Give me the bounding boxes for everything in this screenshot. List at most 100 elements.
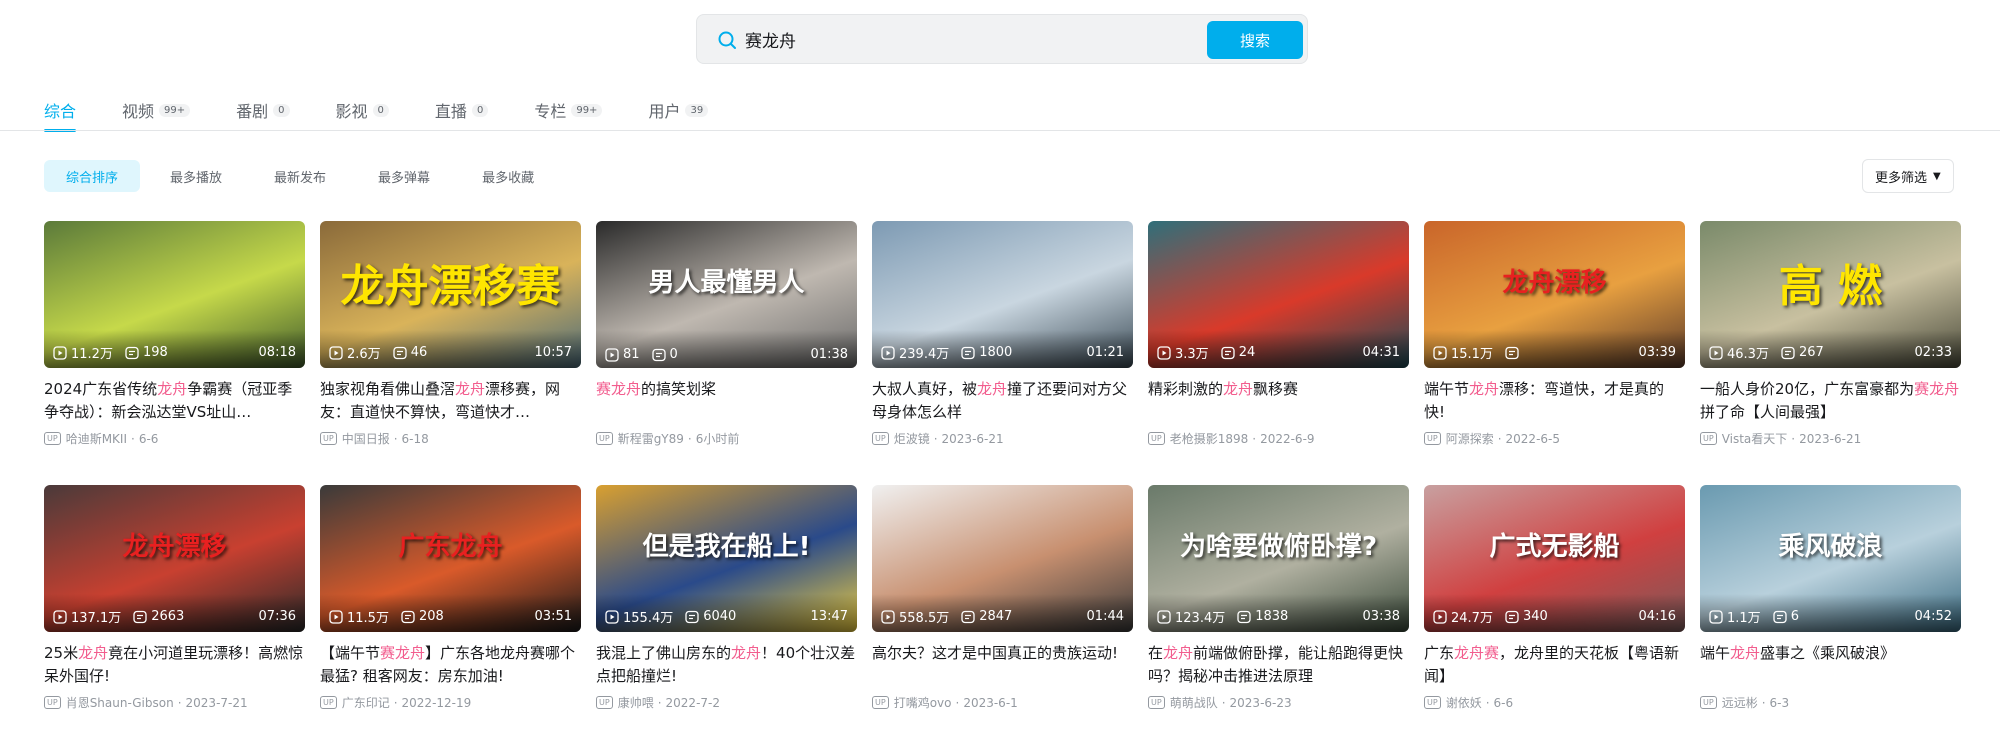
search-input[interactable] <box>745 23 1185 55</box>
video-title[interactable]: 大叔人真好，被龙舟撞了还要问对方父母身体怎么样 <box>872 378 1133 424</box>
video-card[interactable]: 男人最懂男人 81 0 01:38 赛龙舟的搞笑划桨 UP 靳程雷gY89 · 6小时前 <box>596 221 857 485</box>
play-count: 81 <box>605 347 640 362</box>
tab-3[interactable]: 影视 0 <box>336 92 389 128</box>
video-thumbnail[interactable]: 广东龙舟 11.5万 208 03:51 <box>320 485 581 632</box>
video-title[interactable]: 精彩刺激的龙舟飘移赛 <box>1148 378 1409 424</box>
more-filter-button[interactable]: 更多筛选 ▼ <box>1862 159 1954 193</box>
video-card[interactable]: 3.3万 24 04:31 精彩刺激的龙舟飘移赛 UP 老枪摄影1898 · 2022-6… <box>1148 221 1409 485</box>
title-text: 独家视角看佛山叠滘 <box>320 380 456 398</box>
up-icon: UP <box>320 696 337 709</box>
video-thumbnail[interactable]: 558.5万 2847 01:44 <box>872 485 1133 632</box>
tab-6[interactable]: 用户 39 <box>648 92 709 128</box>
author-name[interactable]: 萌萌战队 <box>1170 694 1218 711</box>
tab-0[interactable]: 综合 <box>44 92 77 132</box>
video-title[interactable]: 2024广东省传统龙舟争霸赛（冠亚季争夺战）：新会泓达堂VS址山… <box>44 378 305 424</box>
video-card[interactable]: 龙舟漂移 15.1万 03:39 端午节龙舟漂移：弯道快，才是真的快! UP 阿源探索 ·… <box>1424 221 1685 485</box>
tab-4[interactable]: 直播 0 <box>435 92 489 128</box>
video-thumbnail[interactable]: 龙舟漂移 15.1万 03:39 <box>1424 221 1685 368</box>
sort-option[interactable]: 最多弹幕 <box>356 160 452 192</box>
play-count: 11.5万 <box>329 607 389 626</box>
video-card[interactable]: 为啥要做俯卧撑? 123.4万 1838 03:38 在龙舟前端做俯卧撑，能让船跑得更快… <box>1148 485 1409 729</box>
video-title[interactable]: 广东龙舟赛，龙舟里的天花板【粤语新闻】 <box>1424 642 1685 688</box>
author-name[interactable]: 广东印记 <box>342 694 390 711</box>
video-title[interactable]: 赛龙舟的搞笑划桨 <box>596 378 857 424</box>
thumbnail-caption: 龙舟漂移 <box>122 532 227 563</box>
video-title[interactable]: 【端午节赛龙舟】广东各地龙舟赛哪个最猛? 租客网友：房东加油! <box>320 642 581 688</box>
video-card[interactable]: 但是我在船上! 155.4万 6040 13:47 我混上了佛山房东的龙舟！40个壮汉差… <box>596 485 857 729</box>
video-duration: 01:38 <box>810 347 848 362</box>
play-count-text: 46.3万 <box>1727 347 1769 362</box>
video-thumbnail[interactable]: 男人最懂男人 81 0 01:38 <box>596 221 857 368</box>
video-thumbnail[interactable]: 龙舟漂移 137.1万 2663 07:36 <box>44 485 305 632</box>
video-card[interactable]: 558.5万 2847 01:44 高尔夫？这才是中国真正的贵族运动! UP 打嘴鸡ovo… <box>872 485 1133 729</box>
video-thumbnail[interactable]: 乘风破浪 1.1万 6 04:52 <box>1700 485 1961 632</box>
author-name[interactable]: 肖恩Shaun-Gibson <box>66 694 174 711</box>
video-title[interactable]: 端午龙舟盛事之《乘风破浪》 <box>1700 642 1961 688</box>
video-card[interactable]: 龙舟漂移赛 2.6万 46 10:57 独家视角看佛山叠滘龙舟漂移赛，网友：直道快不算快… <box>320 221 581 485</box>
danmaku-icon <box>125 346 143 360</box>
video-title[interactable]: 25米龙舟竟在小河道里玩漂移！高燃惊呆外国仔! <box>44 642 305 688</box>
tab-2[interactable]: 番剧 0 <box>236 92 290 128</box>
sort-option[interactable]: 最新发布 <box>252 160 348 192</box>
author-name[interactable]: 中国日报 <box>342 430 390 447</box>
video-card[interactable]: 广东龙舟 11.5万 208 03:51 【端午节赛龙舟】广东各地龙舟赛哪个最猛? 租客… <box>320 485 581 729</box>
video-card[interactable]: 广式无影船 24.7万 340 04:16 广东龙舟赛，龙舟里的天花板【粤语新闻】 UP 谢… <box>1424 485 1685 729</box>
play-icon <box>1709 345 1727 360</box>
video-title[interactable]: 端午节龙舟漂移：弯道快，才是真的快! <box>1424 378 1685 424</box>
video-card[interactable]: 239.4万 1800 01:21 大叔人真好，被龙舟撞了还要问对方父母身体怎么样 UP… <box>872 221 1133 485</box>
author-name[interactable]: 老枪摄影1898 <box>1170 430 1249 447</box>
tab-label: 视频 <box>122 102 155 121</box>
publish-date: 6-18 <box>401 431 429 446</box>
video-thumbnail[interactable]: 3.3万 24 04:31 <box>1148 221 1409 368</box>
video-thumbnail[interactable]: 11.2万 198 08:18 <box>44 221 305 368</box>
sort-option[interactable]: 最多播放 <box>148 160 244 192</box>
author-name[interactable]: Vista看天下 <box>1722 430 1788 447</box>
video-title[interactable]: 独家视角看佛山叠滘龙舟漂移赛，网友：直道快不算快，弯道快才… <box>320 378 581 424</box>
danmaku-icon <box>1221 346 1239 360</box>
danmaku-count: 6040 <box>685 609 736 624</box>
video-meta: UP 远远彬 · 6-3 <box>1700 694 1961 711</box>
sort-option[interactable]: 综合排序 <box>44 160 141 192</box>
video-card[interactable]: 11.2万 198 08:18 2024广东省传统龙舟争霸赛（冠亚季争夺战）：新会泓达… <box>44 221 305 485</box>
title-text: 2024广东省传统 <box>44 380 158 398</box>
publish-date: 2022-6-5 <box>1505 431 1560 446</box>
danmaku-count-text: 1800 <box>979 345 1013 360</box>
tab-count-badge: 99+ <box>571 103 603 117</box>
video-title[interactable]: 一船人身价20亿，广东富豪都为赛龙舟拼了命【人间最强】 <box>1700 378 1961 424</box>
video-stats: 155.4万 6040 13:47 <box>605 607 848 626</box>
author-name[interactable]: 谢依妖 <box>1446 694 1482 711</box>
play-icon <box>1433 609 1451 624</box>
play-count-text: 24.7万 <box>1451 611 1493 626</box>
meta-separator: · <box>393 431 398 446</box>
video-duration: 03:38 <box>1362 609 1400 624</box>
danmaku-icon <box>685 610 703 624</box>
video-duration: 10:57 <box>534 345 572 360</box>
sort-option[interactable]: 最多收藏 <box>460 160 556 192</box>
video-thumbnail[interactable]: 但是我在船上! 155.4万 6040 13:47 <box>596 485 857 632</box>
play-count: 15.1万 <box>1433 343 1493 362</box>
publish-date: 6-6 <box>1493 695 1514 710</box>
video-card[interactable]: 乘风破浪 1.1万 6 04:52 端午龙舟盛事之《乘风破浪》 UP 远远彬 · 6-3 <box>1700 485 1961 729</box>
tab-1[interactable]: 视频 99+ <box>122 92 191 128</box>
video-thumbnail[interactable]: 龙舟漂移赛 2.6万 46 10:57 <box>320 221 581 368</box>
meta-separator: · <box>1761 695 1766 710</box>
video-thumbnail[interactable]: 广式无影船 24.7万 340 04:16 <box>1424 485 1685 632</box>
author-name[interactable]: 阿源探索 <box>1446 430 1494 447</box>
video-card[interactable]: 高 燃 46.3万 267 02:33 一船人身价20亿，广东富豪都为赛龙舟拼了命【人间… <box>1700 221 1961 485</box>
chevron-down-icon: ▼ <box>1933 170 1941 182</box>
video-thumbnail[interactable]: 239.4万 1800 01:21 <box>872 221 1133 368</box>
video-title[interactable]: 我混上了佛山房东的龙舟！40个壮汉差点把船撞烂! <box>596 642 857 688</box>
video-title[interactable]: 高尔夫？这才是中国真正的贵族运动! <box>872 642 1133 688</box>
video-thumbnail[interactable]: 为啥要做俯卧撑? 123.4万 1838 03:38 <box>1148 485 1409 632</box>
video-card[interactable]: 龙舟漂移 137.1万 2663 07:36 25米龙舟竟在小河道里玩漂移！高燃惊呆外国… <box>44 485 305 729</box>
video-title[interactable]: 在龙舟前端做俯卧撑，能让船跑得更快吗？揭秘冲击推进法原理 <box>1148 642 1409 688</box>
author-name[interactable]: 靳程雷gY89 <box>618 430 684 447</box>
search-button[interactable]: 搜索 <box>1207 21 1303 59</box>
tab-5[interactable]: 专栏 99+ <box>534 92 603 128</box>
author-name[interactable]: 炬波镜 <box>894 430 930 447</box>
author-name[interactable]: 哈迪斯MKII <box>66 430 127 447</box>
author-name[interactable]: 康帅喂 <box>618 694 654 711</box>
author-name[interactable]: 打嘴鸡ovo <box>894 694 952 711</box>
author-name[interactable]: 远远彬 <box>1722 694 1758 711</box>
video-thumbnail[interactable]: 高 燃 46.3万 267 02:33 <box>1700 221 1961 368</box>
